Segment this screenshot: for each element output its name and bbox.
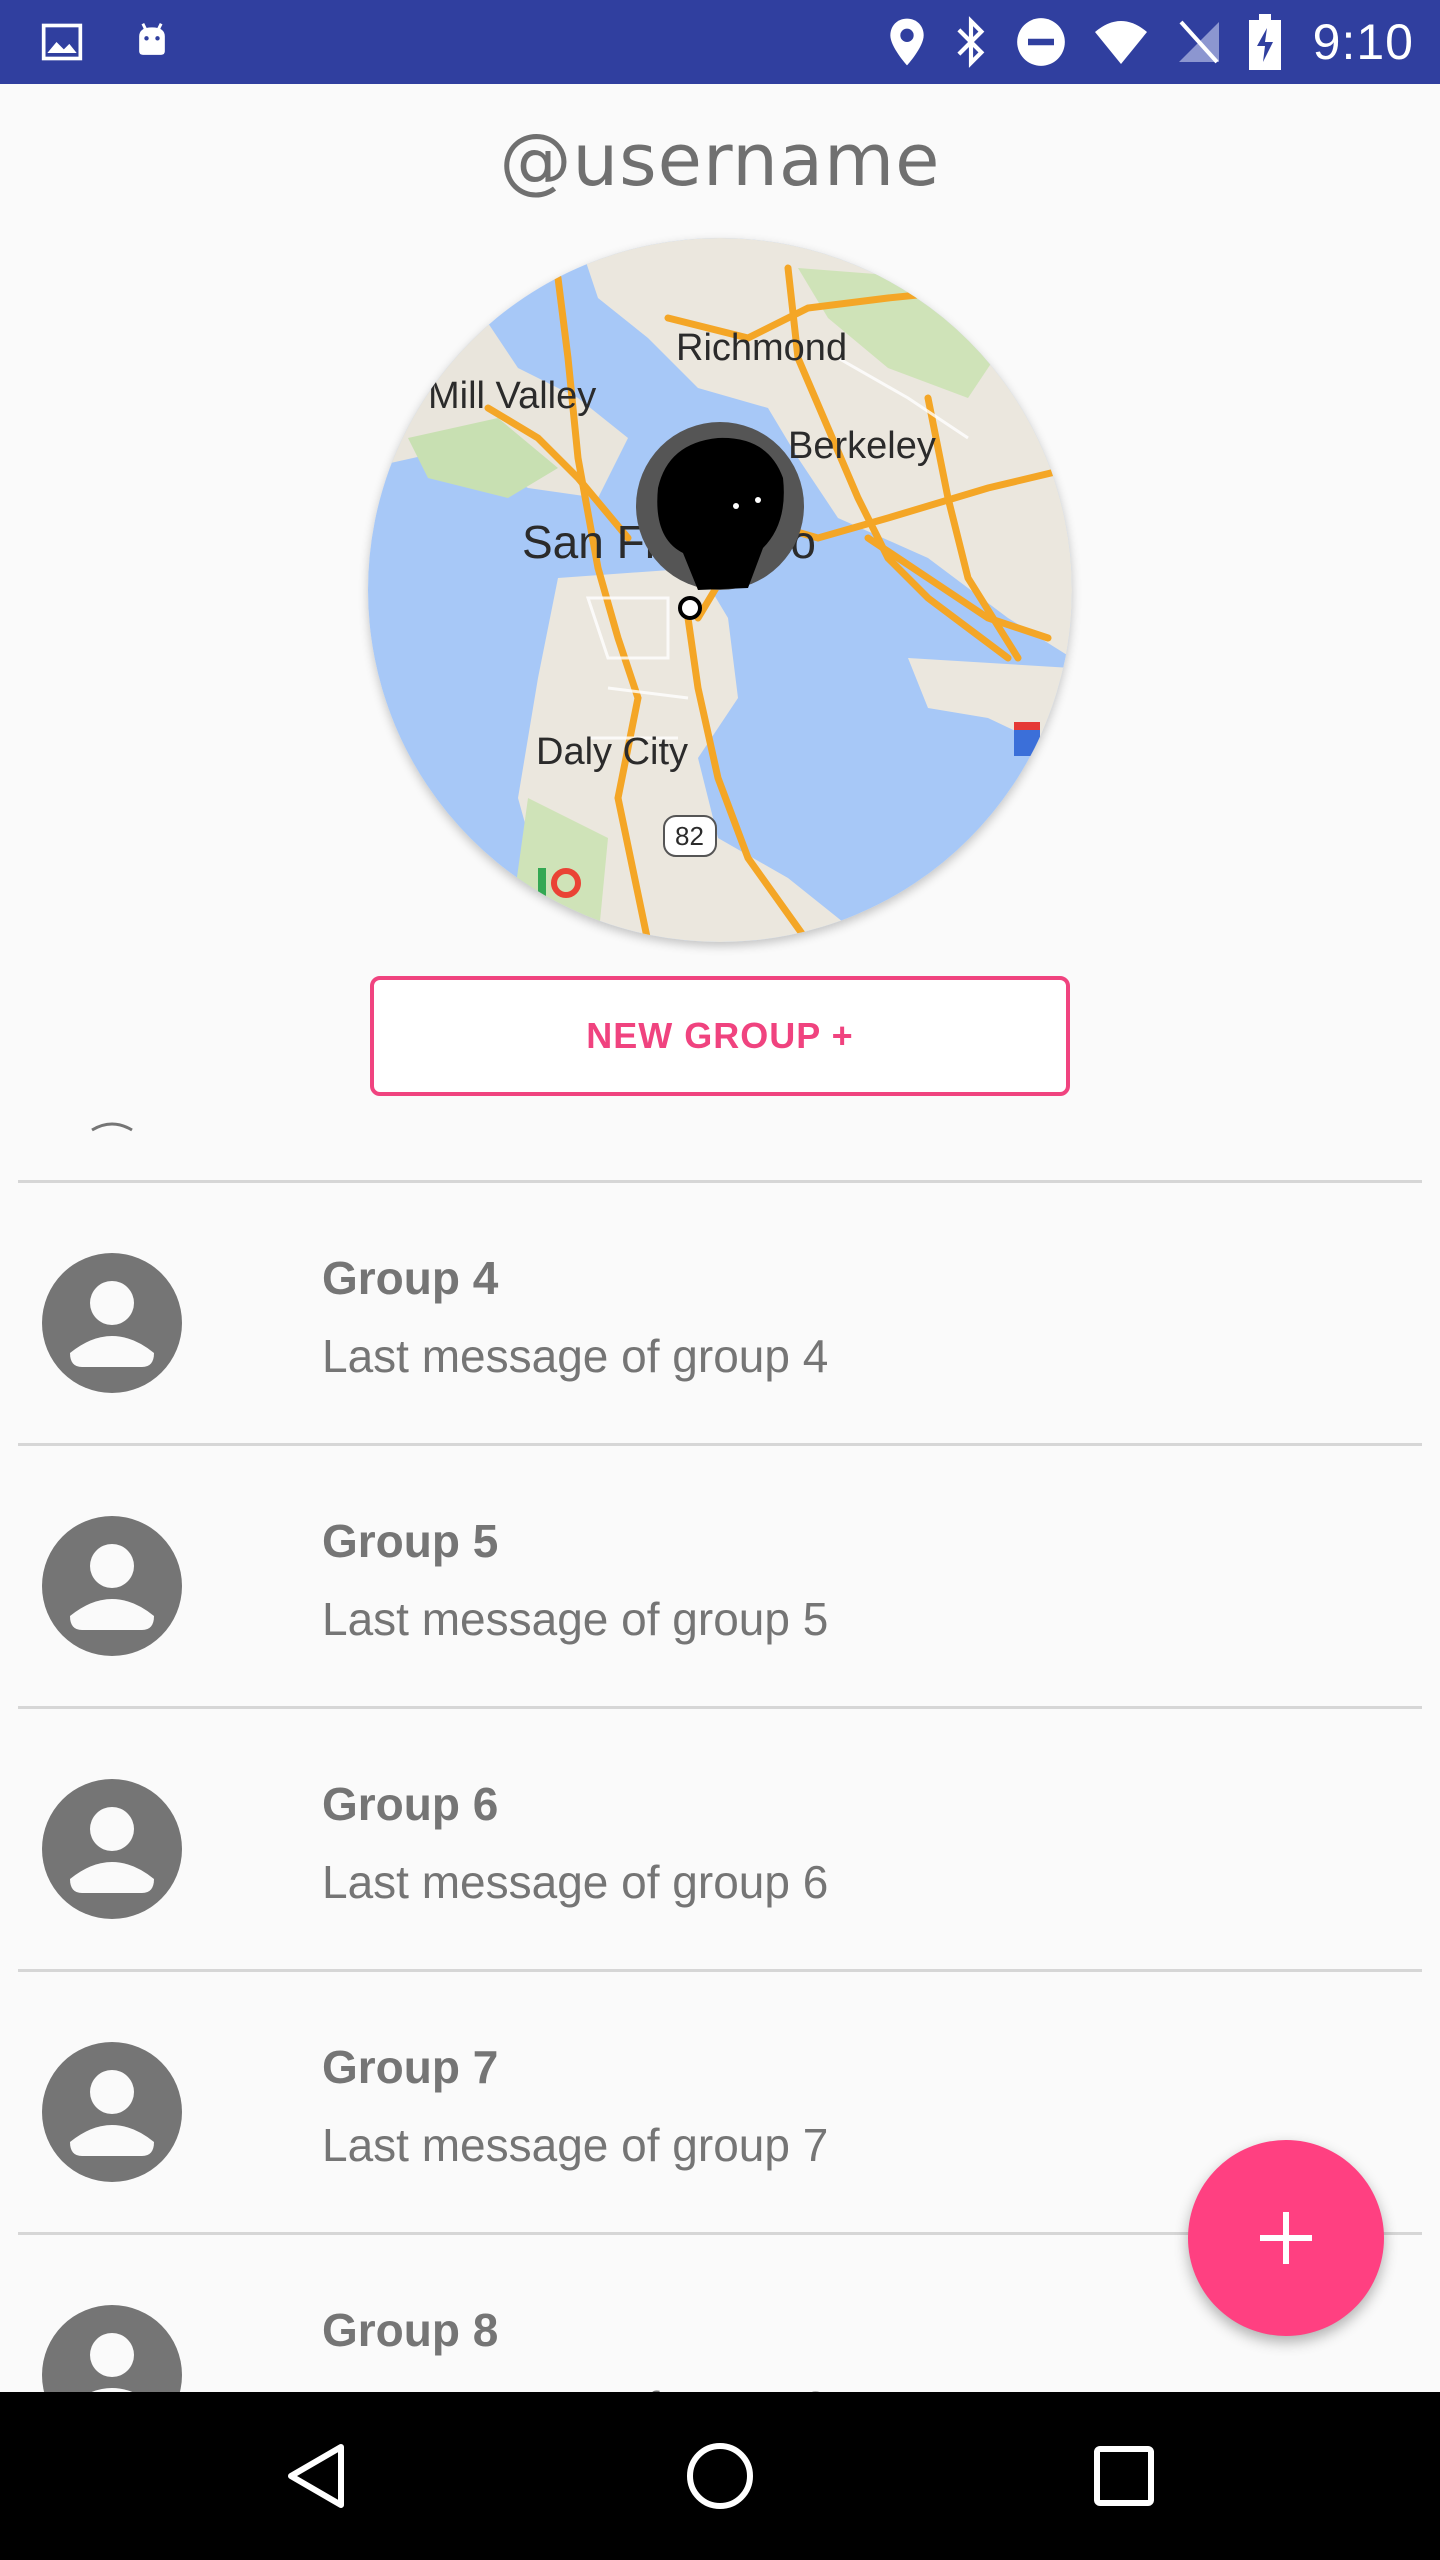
no-signal-icon (1178, 20, 1219, 64)
group-last-message: Last message of group 4 (322, 1330, 829, 1382)
image-icon (41, 23, 83, 61)
username-title: @username (499, 118, 941, 202)
group-last-message: Last message of group 7 (322, 2119, 829, 2171)
map-label-daly-city: Daly City (536, 731, 688, 773)
android-icon (139, 23, 165, 55)
group-last-message: Last message of group 8 (322, 2381, 828, 2392)
group-row-6[interactable]: Group 6 Last message of group 6 (0, 1709, 1440, 1971)
recents-button[interactable] (1074, 2426, 1174, 2526)
navigation-bar (0, 2392, 1440, 2560)
person-avatar-icon (42, 2305, 182, 2392)
group-title: Group 4 (322, 1252, 499, 1304)
back-icon (288, 2444, 344, 2508)
group-title: Group 7 (322, 2041, 499, 2093)
group-row-4[interactable]: Group 4 Last message of group 4 (0, 1183, 1440, 1445)
person-avatar-icon (42, 1516, 182, 1656)
group-title: Group 6 (322, 1778, 499, 1830)
map-marker-icon (678, 596, 702, 620)
status-time: 9:10 (1312, 14, 1414, 70)
group-last-message: Last message of group 6 (322, 1856, 829, 1908)
location-icon (890, 18, 924, 66)
group-last-message: Last message of group 5 (322, 1593, 829, 1645)
user-avatar (636, 422, 804, 590)
person-avatar-icon (42, 2042, 182, 2182)
recents-icon (1094, 2446, 1154, 2506)
partial-avatar-icon (62, 1110, 162, 1132)
home-button[interactable] (670, 2426, 770, 2526)
map-label-richmond: Richmond (676, 327, 847, 369)
add-fab-button[interactable] (1188, 2140, 1384, 2336)
do-not-disturb-icon (1016, 18, 1065, 66)
group-title: Group 8 (322, 2304, 499, 2356)
home-icon (687, 2443, 753, 2509)
new-group-button[interactable]: NEW GROUP + (370, 976, 1070, 1096)
map-pin-icon (1014, 722, 1040, 756)
person-avatar-icon (42, 1779, 182, 1919)
map-label-mill-valley: Mill Valley (428, 375, 596, 417)
map-label-berkeley: Berkeley (788, 425, 936, 467)
plus-icon (1260, 2212, 1312, 2264)
back-button[interactable] (266, 2426, 366, 2526)
map-route-82: 82 (675, 821, 704, 851)
person-avatar-icon (42, 1253, 182, 1393)
status-bar: 9:10 (0, 0, 1440, 84)
location-map[interactable]: Richmond Mill Valley Berkeley San Franci… (368, 238, 1072, 942)
group-row-5[interactable]: Group 5 Last message of group 5 (0, 1446, 1440, 1708)
battery-charging-icon (1248, 14, 1281, 70)
wifi-icon (1094, 21, 1147, 64)
group-title: Group 5 (322, 1515, 499, 1567)
bluetooth-icon (957, 16, 985, 68)
